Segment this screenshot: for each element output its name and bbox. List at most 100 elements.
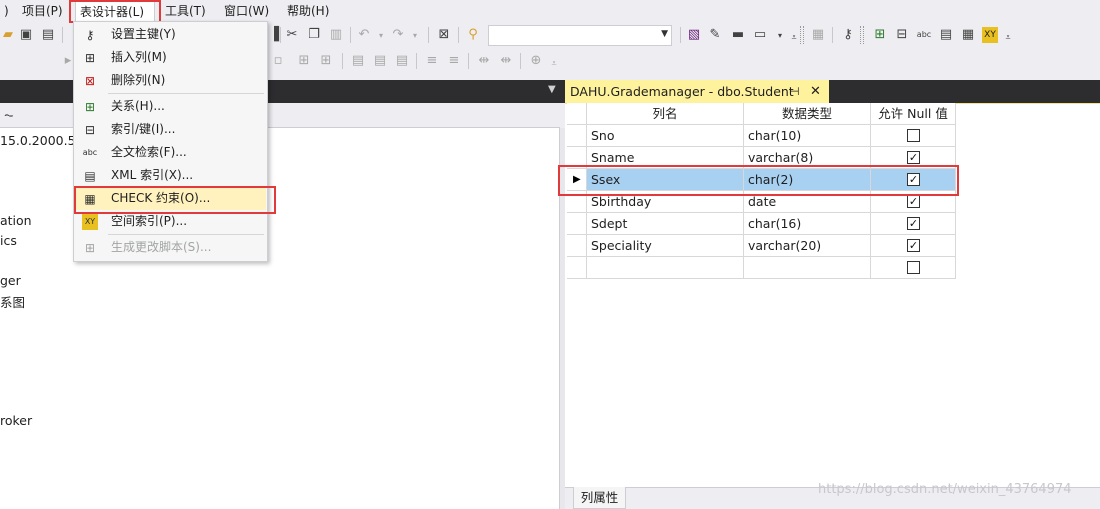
redo-icon[interactable]: ↷ xyxy=(390,27,406,43)
fulltext-index-icon[interactable]: abc xyxy=(916,27,932,43)
menu-separator xyxy=(108,93,264,94)
cell-column-name[interactable]: Sdept xyxy=(587,213,744,235)
tree-node[interactable]: ics xyxy=(0,233,17,248)
find-icon[interactable]: ⚲ xyxy=(465,27,481,43)
xml-index-icon: ▤ xyxy=(84,169,96,183)
pin-icon[interactable]: ⊣ xyxy=(790,80,800,103)
row-selector[interactable] xyxy=(567,147,587,169)
chevron-down-icon[interactable]: ▼ xyxy=(661,29,668,39)
menu-item-set-primary-key[interactable]: ⚷ 设置主键(Y) xyxy=(75,23,266,46)
toolbar-grip[interactable] xyxy=(860,26,864,44)
cell-data-type[interactable]: char(2) xyxy=(744,169,871,191)
tree-node[interactable]: ation xyxy=(0,213,32,228)
check-constraints-icon[interactable]: ▦ xyxy=(960,27,976,43)
menu-item-check-constraints[interactable]: ▦ CHECK 约束(O)... xyxy=(75,187,266,210)
menu-table-designer[interactable]: 表设计器(L) xyxy=(75,0,155,22)
primary-key-icon[interactable]: ⚷ xyxy=(840,27,856,43)
menu-tools[interactable]: 工具(T) xyxy=(161,0,210,22)
toolbar-grip[interactable] xyxy=(800,26,804,44)
toolbox-icon[interactable]: ▬ xyxy=(730,27,746,43)
menu-item-relationships[interactable]: ⊞ 关系(H)... xyxy=(75,95,266,118)
xml-indexes-icon[interactable]: ▤ xyxy=(938,27,954,43)
copy-icon[interactable]: ❐ xyxy=(306,27,322,43)
registered-servers-icon[interactable]: ▦ xyxy=(810,27,826,43)
row-selector[interactable]: ▶ xyxy=(567,169,587,191)
properties-wrench-icon[interactable]: ✎ xyxy=(707,27,723,43)
undo-dropdown-icon[interactable]: ▾ xyxy=(373,28,389,44)
chevron-down-icon[interactable]: ▼ xyxy=(548,84,556,95)
menu-item-fulltext[interactable]: abc 全文检索(F)... xyxy=(75,141,266,164)
allow-null-checkbox[interactable] xyxy=(907,129,920,142)
layout-icon[interactable]: ⊞ xyxy=(318,53,334,69)
tree-node[interactable]: roker xyxy=(0,413,32,428)
command-window-icon[interactable]: ▭ xyxy=(752,27,768,43)
solution-explorer-icon[interactable]: ▧ xyxy=(686,27,702,43)
row-selector[interactable] xyxy=(567,235,587,257)
row-selector[interactable] xyxy=(567,191,587,213)
open-folder-icon[interactable]: ▰ xyxy=(0,27,16,43)
activity-pulse-icon[interactable]: ⏦ xyxy=(4,108,20,123)
relationships-icon[interactable]: ⊞ xyxy=(872,27,888,43)
menu-item-xml-index[interactable]: ▤ XML 索引(X)... xyxy=(75,164,266,187)
cell-column-name[interactable]: Speciality xyxy=(587,235,744,257)
tree-node[interactable]: 系图 xyxy=(0,292,25,311)
cell-column-name[interactable]: Sno xyxy=(587,125,744,147)
zoom-icon[interactable]: ⊕ xyxy=(528,53,544,69)
close-icon[interactable]: ✕ xyxy=(810,80,821,103)
undo-icon[interactable]: ↶ xyxy=(356,27,372,43)
align-icon[interactable]: ≡ xyxy=(424,53,440,69)
menu-item-spatial-index[interactable]: XY 空间索引(P)... xyxy=(75,210,266,233)
align-icon[interactable]: ≡ xyxy=(446,53,462,69)
menu-item-insert-column[interactable]: ⊞ 插入列(M) xyxy=(75,46,266,69)
save-all-icon[interactable]: ▤ xyxy=(40,27,56,43)
allow-null-checkbox[interactable]: ✓ xyxy=(907,195,920,208)
toolbar-overflow-icon[interactable]: ⩡ xyxy=(546,56,562,72)
row-selector[interactable] xyxy=(567,213,587,235)
allow-null-checkbox[interactable] xyxy=(907,261,920,274)
menu-item-delete-column[interactable]: ⊠ 删除列(N) xyxy=(75,69,266,92)
toolbar-overflow-icon[interactable]: ⩡ xyxy=(1000,30,1016,46)
cut-icon[interactable]: ✂ xyxy=(284,27,300,43)
activity-monitor-icon[interactable]: ⊠ xyxy=(436,27,452,43)
cell-column-name[interactable]: Sbirthday xyxy=(587,191,744,213)
layout-icon[interactable]: ▤ xyxy=(372,53,388,69)
cell-column-name[interactable]: Ssex xyxy=(587,169,744,191)
allow-null-checkbox[interactable]: ✓ xyxy=(907,239,920,252)
menu-window[interactable]: 窗口(W) xyxy=(220,0,273,22)
allow-null-checkbox[interactable]: ✓ xyxy=(907,173,920,186)
layout-icon[interactable]: ▤ xyxy=(394,53,410,69)
menu-item-generate-change-script[interactable]: ⊞ 生成更改脚本(S)... xyxy=(75,236,266,259)
redo-dropdown-icon[interactable]: ▾ xyxy=(407,28,423,44)
cell-data-type[interactable]: varchar(8) xyxy=(744,147,871,169)
cell-data-type[interactable]: varchar(20) xyxy=(744,235,871,257)
allow-null-checkbox[interactable]: ✓ xyxy=(907,151,920,164)
save-icon[interactable]: ▣ xyxy=(18,27,34,43)
toolbar-partial-icon[interactable]: ▫ xyxy=(270,53,286,69)
row-selector[interactable] xyxy=(567,125,587,147)
spacing-icon[interactable]: ⇹ xyxy=(476,53,492,69)
spatial-index-icon: XY xyxy=(82,214,98,230)
spatial-indexes-icon[interactable]: XY xyxy=(982,27,998,43)
menu-partial[interactable]: ) xyxy=(0,0,13,22)
cell-column-name[interactable]: Sname xyxy=(587,147,744,169)
menu-help[interactable]: 帮助(H) xyxy=(283,0,333,22)
cell-column-name[interactable] xyxy=(587,257,744,279)
spacing-icon[interactable]: ⇹ xyxy=(498,53,514,69)
layout-icon[interactable]: ⊞ xyxy=(296,53,312,69)
menu-project[interactable]: 项目(P) xyxy=(18,0,67,22)
cell-data-type[interactable]: char(16) xyxy=(744,213,871,235)
cell-data-type[interactable]: char(10) xyxy=(744,125,871,147)
row-selector[interactable] xyxy=(567,257,587,279)
cell-data-type[interactable] xyxy=(744,257,871,279)
cell-data-type[interactable]: date xyxy=(744,191,871,213)
layout-icon[interactable]: ▤ xyxy=(350,53,366,69)
tree-node-server[interactable]: 15.0.2000.5 - xyxy=(0,133,84,148)
menu-item-indexes-keys[interactable]: ⊟ 索引/键(I)... xyxy=(75,118,266,141)
paste-icon[interactable]: ▥ xyxy=(328,27,344,43)
find-combo[interactable]: ▼ xyxy=(488,25,672,46)
tree-node[interactable]: ger xyxy=(0,273,21,288)
allow-null-checkbox[interactable]: ✓ xyxy=(907,217,920,230)
tab-column-properties[interactable]: 列属性 xyxy=(573,487,626,509)
manage-indexes-icon[interactable]: ⊟ xyxy=(894,27,910,43)
tab-table-designer[interactable]: DAHU.Grademanager - dbo.Student ⊣ ✕ xyxy=(565,80,829,103)
